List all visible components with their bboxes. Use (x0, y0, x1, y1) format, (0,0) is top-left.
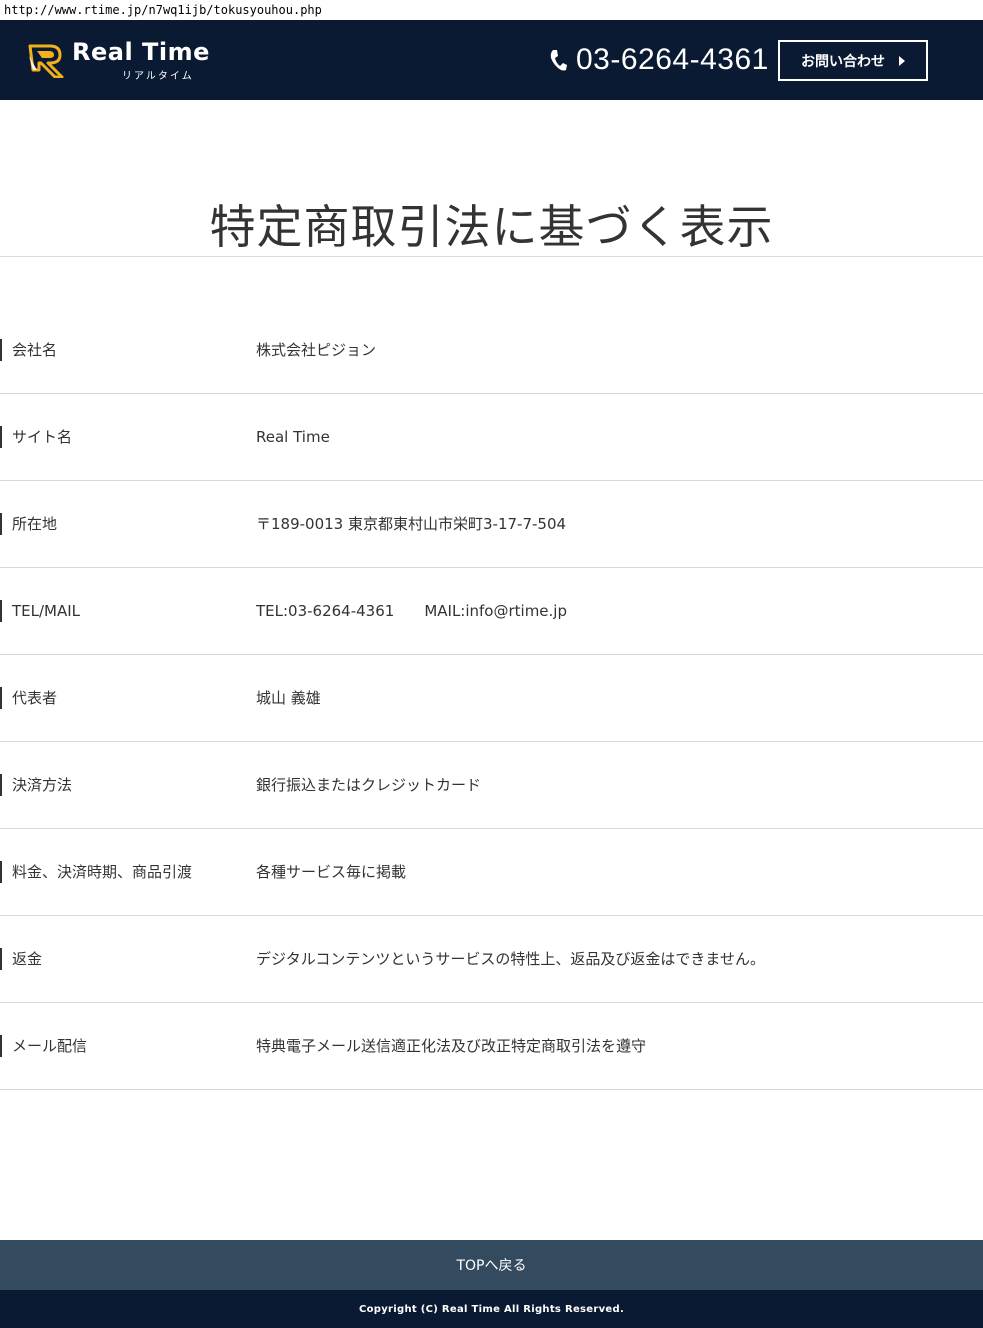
table-row: 料金、決済時期、商品引渡 各種サービス毎に掲載 (0, 829, 983, 916)
row-label: 代表者 (0, 687, 57, 709)
table-row: 返金 デジタルコンテンツというサービスの特性上、返品及び返金はできません。 (0, 916, 983, 1003)
row-value: 銀行振込またはクレジットカード (256, 776, 482, 794)
row-value: TEL:03-6264-4361 MAIL:info@rtime.jp (256, 600, 567, 622)
table-row: 会社名 株式会社ピジョン (0, 307, 983, 394)
table-row: 所在地 〒189-0013 東京都東村山市栄町3-17-7-504 (0, 481, 983, 568)
mail-link[interactable]: MAIL:info@rtime.jp (424, 602, 567, 620)
row-value: 特典電子メール送信適正化法及び改正特定商取引法を遵守 (256, 1037, 647, 1055)
page-title: 特定商取引法に基づく表示 (209, 199, 774, 254)
row-label: 返金 (0, 948, 42, 970)
row-label: 決済方法 (0, 774, 72, 796)
row-value: Real Time (256, 428, 330, 446)
logo-r-icon (28, 44, 64, 78)
site-logo[interactable]: Real Time リアルタイム (28, 38, 209, 84)
row-label: 料金、決済時期、商品引渡 (0, 861, 192, 883)
row-value: 各種サービス毎に掲載 (256, 863, 407, 881)
arrow-right-icon (899, 55, 905, 66)
phone-icon (550, 50, 567, 71)
site-header: Real Time リアルタイム 03-6264-4361 お問い合わせ (0, 20, 983, 100)
table-row: メール配信 特典電子メール送信適正化法及び改正特定商取引法を遵守 (0, 1003, 983, 1090)
title-divider (0, 256, 983, 257)
row-value: 株式会社ピジョン (256, 341, 377, 359)
table-row: 決済方法 銀行振込またはクレジットカード (0, 742, 983, 829)
row-value: 城山 義雄 (256, 689, 321, 707)
row-label: TEL/MAIL (0, 600, 80, 622)
logo-subtext: リアルタイム (122, 71, 194, 82)
table-row: TEL/MAIL TEL:03-6264-4361 MAIL:info@rtime… (0, 568, 983, 655)
contact-button-label: お問い合わせ (801, 53, 885, 70)
row-label: 会社名 (0, 339, 57, 361)
footer-copyright: Copyright (C) Real Time All Rights Reser… (0, 1290, 983, 1328)
row-label: 所在地 (0, 513, 57, 535)
browser-url: http://www.rtime.jp/n7wq1ijb/tokusyouhou… (0, 0, 983, 20)
logo-text: Real Time (72, 38, 210, 66)
row-label: メール配信 (0, 1035, 87, 1057)
phone-contact[interactable]: 03-6264-4361 (548, 42, 769, 78)
table-row: サイト名 Real Time (0, 394, 983, 481)
back-to-top-button[interactable]: TOPへ戻る (0, 1240, 983, 1290)
table-row: 代表者 城山 義雄 (0, 655, 983, 742)
contact-button[interactable]: お問い合わせ (778, 40, 928, 81)
tel-value: TEL:03-6264-4361 (256, 602, 395, 620)
row-value: 〒189-0013 東京都東村山市栄町3-17-7-504 (256, 515, 567, 533)
row-label: サイト名 (0, 426, 72, 448)
phone-number: 03-6264-4361 (576, 43, 769, 76)
row-value: デジタルコンテンツというサービスの特性上、返品及び返金はできません。 (256, 950, 765, 968)
info-table: 会社名 株式会社ピジョン サイト名 Real Time 所在地 〒189-001… (0, 307, 983, 1090)
